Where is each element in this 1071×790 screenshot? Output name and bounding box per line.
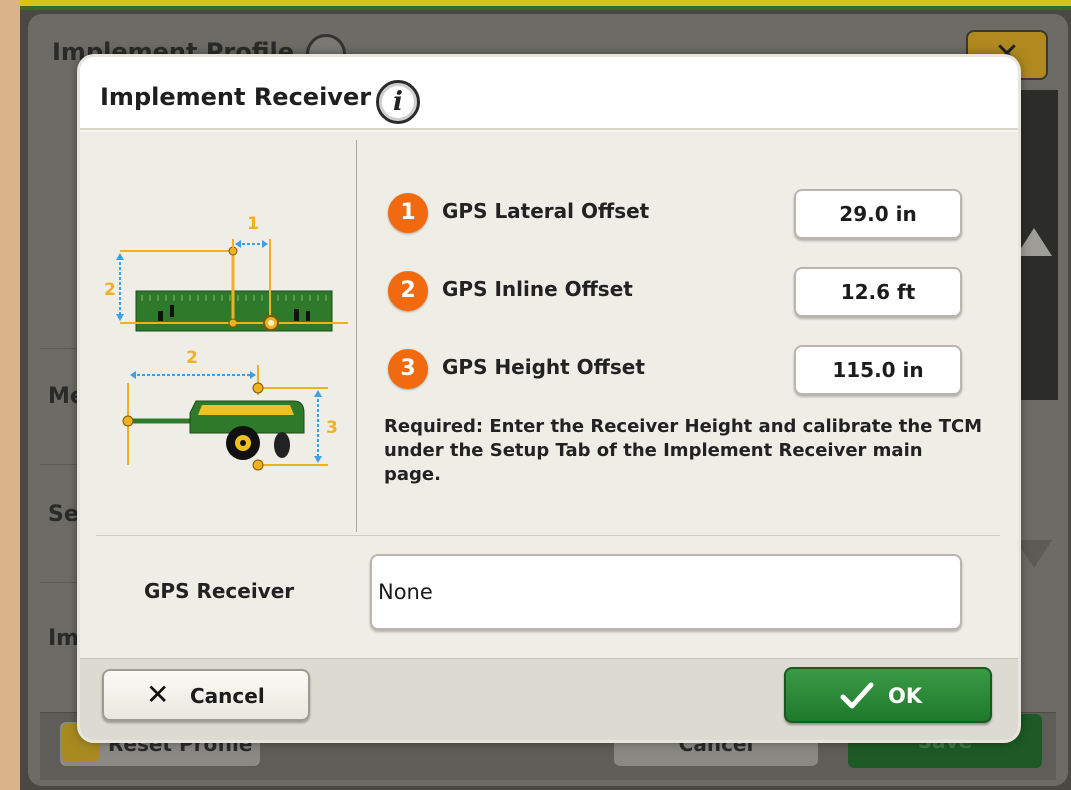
close-icon: ✕: [146, 678, 170, 711]
dialog-header: Implement Receiver i: [80, 57, 1018, 130]
top-view-diagram: [116, 239, 348, 332]
height-offset-row: 3 GPS Height Offset 115.0 in: [388, 345, 968, 397]
required-note: Required: Enter the Receiver Height and …: [384, 416, 983, 485]
ok-button[interactable]: OK: [784, 667, 992, 723]
scroll-down-icon: [1016, 540, 1052, 568]
lateral-offset-input[interactable]: 29.0 in: [794, 189, 962, 239]
lateral-offset-label: GPS Lateral Offset: [442, 199, 650, 223]
gps-receiver-label: GPS Receiver: [144, 579, 295, 603]
dialog-title: Implement Receiver: [100, 83, 372, 111]
diagram-label-2-top: 2: [104, 280, 116, 300]
inline-offset-row: 2 GPS Inline Offset 12.6 ft: [388, 267, 968, 319]
cancel-label: Cancel: [190, 684, 265, 708]
background-row-label: Se: [48, 502, 79, 527]
screen-edge: [0, 0, 20, 790]
dialog-footer: ✕ Cancel OK: [80, 658, 1018, 740]
cancel-button[interactable]: ✕ Cancel: [102, 669, 310, 721]
checkmark-icon: [840, 682, 874, 709]
inline-offset-input[interactable]: 12.6 ft: [794, 267, 962, 317]
diagram-label-3: 3: [326, 418, 338, 438]
height-offset-input[interactable]: 115.0 in: [794, 345, 962, 395]
step-1-badge: 1: [388, 193, 428, 233]
side-view-diagram: [122, 365, 328, 471]
lateral-offset-row: 1 GPS Lateral Offset 29.0 in: [388, 189, 968, 241]
top-green-bar: [20, 6, 1071, 10]
gps-receiver-select[interactable]: None: [370, 554, 962, 630]
receiver-offset-diagram: 1 2 2 3: [104, 214, 348, 471]
horizontal-divider: [96, 535, 1000, 536]
step-2-badge: 2: [388, 271, 428, 311]
implement-receiver-dialog: Implement Receiver i 1 2 2 3 1 GPS Later…: [80, 57, 1018, 740]
diagram-label-1: 1: [247, 214, 259, 234]
vertical-divider: [356, 140, 357, 532]
height-offset-label: GPS Height Offset: [442, 355, 645, 379]
diagram-label-2-side: 2: [186, 348, 198, 368]
info-icon[interactable]: i: [376, 80, 420, 124]
scroll-up-icon: [1016, 228, 1052, 256]
background-row-label: Im: [48, 626, 80, 651]
inline-offset-label: GPS Inline Offset: [442, 277, 633, 301]
step-3-badge: 3: [388, 349, 428, 389]
ok-label: OK: [888, 684, 923, 708]
